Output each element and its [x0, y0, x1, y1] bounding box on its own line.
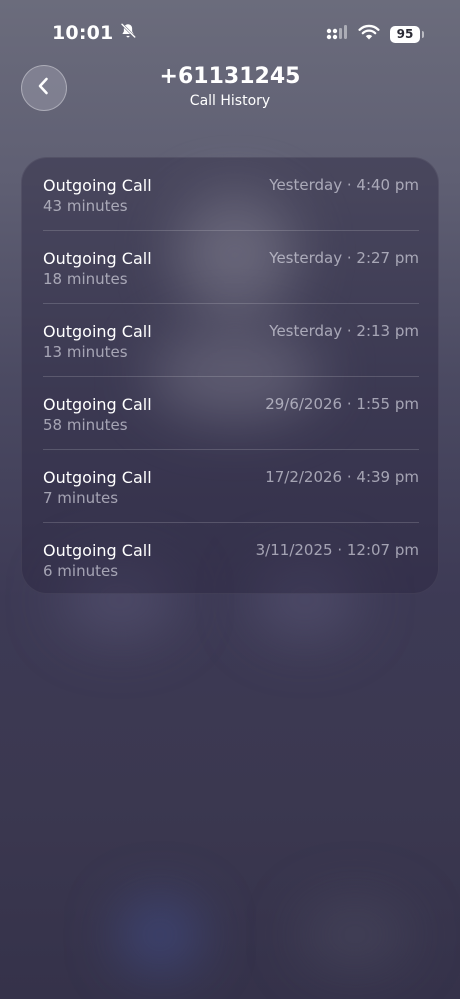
status-right-group: 95	[326, 24, 424, 44]
call-history-row[interactable]: Outgoing Call 7 minutes 17/2/2026 · 4:39…	[22, 450, 438, 523]
call-duration: 18 minutes	[43, 270, 128, 288]
call-history-row[interactable]: Outgoing Call 6 minutes 3/11/2025 · 12:0…	[22, 523, 438, 593]
call-type-label: Outgoing Call	[43, 176, 152, 195]
battery-indicator: 95	[390, 25, 424, 43]
call-history-row[interactable]: Outgoing Call 58 minutes 29/6/2026 · 1:5…	[22, 377, 438, 450]
call-history-row[interactable]: Outgoing Call 13 minutes Yesterday · 2:1…	[22, 304, 438, 377]
call-type-label: Outgoing Call	[43, 541, 152, 560]
bell-slash-icon	[119, 22, 137, 44]
call-type-label: Outgoing Call	[43, 322, 152, 341]
page-title: +61131245	[159, 64, 301, 89]
call-type-label: Outgoing Call	[43, 249, 152, 268]
call-timestamp: Yesterday · 4:40 pm	[269, 176, 419, 194]
call-type-label: Outgoing Call	[43, 395, 152, 414]
call-timestamp: Yesterday · 2:27 pm	[269, 249, 419, 267]
call-duration: 58 minutes	[43, 416, 128, 434]
call-history-list: Outgoing Call 43 minutes Yesterday · 4:4…	[21, 157, 439, 594]
call-duration: 6 minutes	[43, 562, 119, 580]
call-history-row[interactable]: Outgoing Call 18 minutes Yesterday · 2:2…	[22, 231, 438, 304]
status-bar: 10:01 95	[0, 0, 460, 60]
call-timestamp: 3/11/2025 · 12:07 pm	[255, 541, 419, 559]
call-timestamp: 29/6/2026 · 1:55 pm	[265, 395, 419, 413]
call-timestamp: Yesterday · 2:13 pm	[269, 322, 419, 340]
call-history-row[interactable]: Outgoing Call 43 minutes Yesterday · 4:4…	[22, 158, 438, 231]
call-duration: 13 minutes	[43, 343, 128, 361]
page-subtitle: Call History	[189, 93, 271, 109]
call-type-label: Outgoing Call	[43, 468, 152, 487]
wifi-icon	[358, 24, 380, 44]
status-time-group: 10:01	[52, 22, 137, 44]
status-time: 10:01	[52, 22, 114, 44]
call-duration: 7 minutes	[43, 489, 119, 507]
call-timestamp: 17/2/2026 · 4:39 pm	[265, 468, 419, 486]
cellular-signal-icon	[326, 24, 348, 44]
call-duration: 43 minutes	[43, 197, 128, 215]
